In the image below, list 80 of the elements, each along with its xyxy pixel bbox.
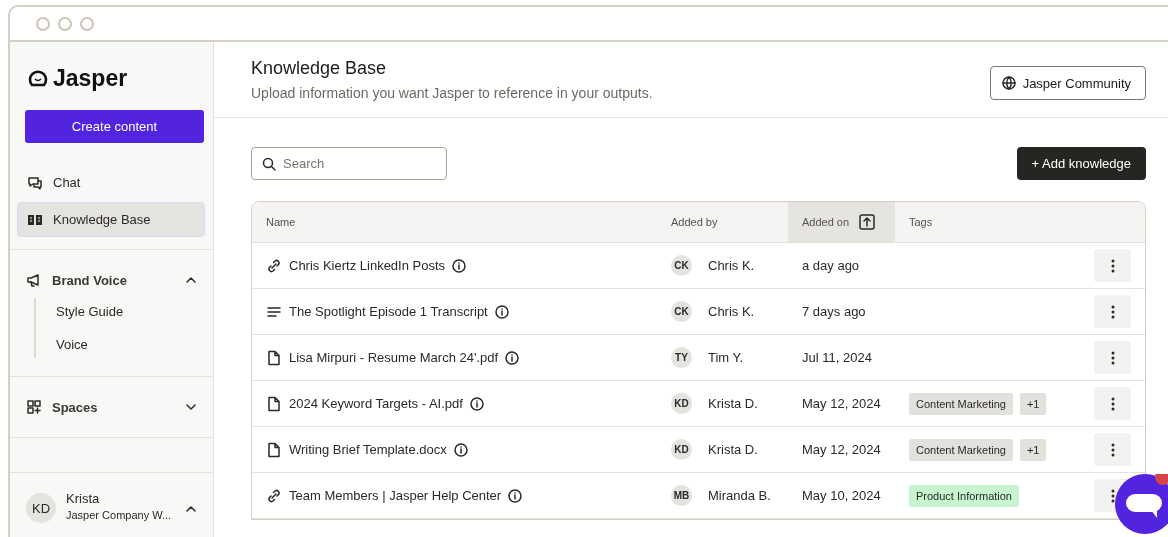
author-name: Miranda B.: [708, 488, 771, 503]
author-name: Krista D.: [708, 442, 758, 457]
tag: Content Marketing: [909, 438, 1013, 461]
author-name: Chris K.: [708, 258, 755, 273]
link-icon: [266, 257, 282, 274]
sidebar-section[interactable]: Brand Voice: [26, 262, 197, 298]
page-title: Knowledge Base: [251, 58, 388, 79]
user-avatar: KD: [671, 393, 692, 414]
search-icon: [262, 157, 276, 171]
file-name[interactable]: Writing Brief Template.docx: [289, 442, 447, 457]
user-avatar: KD: [26, 493, 56, 523]
sidebar-item[interactable]: Knowledge Base: [17, 202, 205, 237]
sidebar-item[interactable]: Chat: [17, 165, 205, 200]
column-header[interactable]: Added by: [657, 202, 788, 242]
date-text: May 12, 2024: [802, 442, 881, 457]
workspace-name: Jasper Company W...: [66, 509, 173, 521]
user-avatar: KD: [671, 439, 692, 460]
sidebar-subitem[interactable]: Style Guide: [56, 302, 197, 321]
document-icon: [266, 441, 282, 458]
tag: +1: [1019, 438, 1047, 461]
file-name[interactable]: 2024 Keyword Targets - AI.pdf: [289, 396, 463, 411]
community-button[interactable]: Jasper Community: [989, 66, 1146, 100]
smiley-logo-icon: [27, 68, 49, 88]
document-icon: [266, 395, 282, 412]
file-name[interactable]: The Spotlight Episode 1 Transcript: [289, 304, 488, 319]
file-name[interactable]: Chris Kiertz LinkedIn Posts: [289, 258, 446, 273]
date-text: 7 days ago: [802, 304, 866, 319]
vertical-dots-icon: [1110, 396, 1115, 411]
window-control-icon[interactable]: [80, 16, 94, 31]
file-name[interactable]: Team Members | Jasper Help Center: [289, 488, 502, 503]
chat-bubbles-icon: [27, 174, 43, 191]
tag: Product Information: [909, 484, 1019, 507]
window-control-icon[interactable]: [36, 16, 50, 31]
column-header[interactable]: Tags: [895, 202, 1080, 242]
vertical-dots-icon: [1110, 304, 1115, 319]
author-name: Chris K.: [708, 304, 755, 319]
grid-plus-icon: [26, 399, 42, 415]
tag: Content Marketing: [909, 392, 1013, 415]
vertical-dots-icon: [1110, 350, 1115, 365]
date-text: Jul 11, 2024: [802, 350, 872, 365]
create-content-button[interactable]: Create content: [25, 110, 204, 143]
date-text: May 12, 2024: [802, 396, 881, 411]
info-icon: [508, 488, 523, 503]
user-avatar: MB: [671, 485, 692, 506]
add-knowledge-button[interactable]: + Add knowledge: [1016, 147, 1146, 180]
user-avatar: CK: [671, 255, 692, 276]
author-name: Tim Y.: [708, 350, 744, 365]
search-field[interactable]: Search: [251, 147, 447, 180]
chevron-up-icon: [185, 276, 197, 284]
file-name[interactable]: Lisa Mirpuri - Resume March 24'.pdf: [289, 350, 499, 365]
globe-icon: [1001, 76, 1016, 90]
user-avatar: CK: [671, 301, 692, 322]
chevron-up-icon: [185, 505, 197, 513]
vertical-dots-icon: [1110, 488, 1115, 503]
vertical-dots-icon: [1110, 442, 1115, 457]
info-icon: [469, 396, 484, 411]
user-name: Krista: [66, 491, 101, 506]
info-icon: [494, 304, 509, 319]
chevron-down-icon: [185, 403, 197, 411]
logo-text: Jasper: [53, 64, 128, 92]
megaphone-icon: [26, 272, 42, 288]
sidebar-subitem[interactable]: Voice: [56, 335, 197, 354]
sort-arrow-up-icon: [859, 214, 876, 230]
date-text: a day ago: [802, 258, 860, 273]
document-icon: [266, 349, 282, 366]
date-text: May 10, 2024: [802, 488, 881, 503]
user-avatar: TY: [671, 347, 692, 368]
window-control-icon[interactable]: [58, 16, 72, 31]
info-icon: [453, 442, 468, 457]
page-subtitle: Upload information you want Jasper to reference in your outputs.: [251, 85, 653, 101]
link-icon: [266, 487, 282, 504]
column-header[interactable]: Name: [252, 202, 657, 242]
vertical-dots-icon: [1110, 258, 1115, 273]
info-icon: [452, 258, 467, 273]
sidebar-section[interactable]: Spaces: [26, 389, 197, 425]
info-icon: [505, 350, 520, 365]
column-header[interactable]: Added on: [788, 202, 895, 242]
chat-launcher-button[interactable]: [1115, 474, 1168, 534]
author-name: Krista D.: [708, 396, 758, 411]
tag: +1: [1019, 392, 1047, 415]
